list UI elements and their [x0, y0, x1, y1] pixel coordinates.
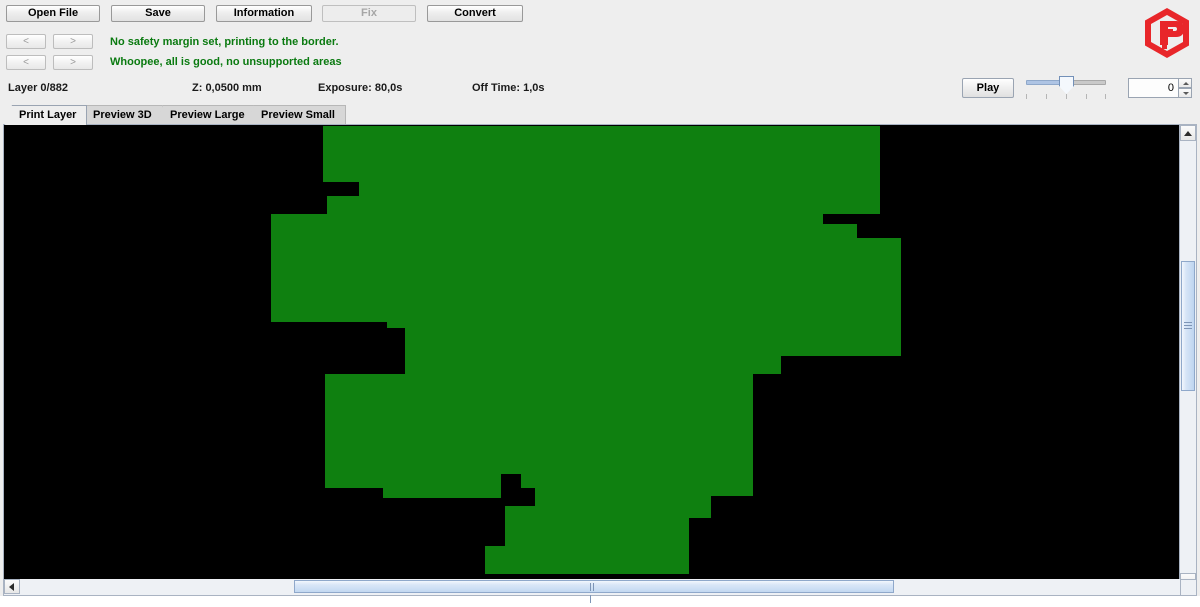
scrollbar-grip-horizontal-icon — [590, 583, 597, 603]
tab-preview-3d[interactable]: Preview 3D — [79, 105, 163, 124]
layer-number-spinner[interactable]: 0 — [1128, 78, 1192, 98]
playback-speed-slider[interactable] — [1026, 74, 1106, 100]
layer-next-button-1[interactable]: > — [53, 34, 93, 49]
convert-button[interactable]: Convert — [427, 5, 523, 22]
main-toolbar: Open File Save Information Fix Convert — [0, 0, 1200, 25]
spinner-arrows — [1178, 78, 1192, 98]
layer-counter-label: Layer 0/882 — [8, 82, 68, 94]
save-button[interactable]: Save — [111, 5, 205, 22]
layer-prev-button-2[interactable]: < — [6, 55, 46, 70]
open-file-button[interactable]: Open File — [6, 5, 100, 22]
chevron-up-icon — [1183, 82, 1189, 85]
vertical-scrollbar-thumb[interactable] — [1181, 261, 1195, 391]
play-button[interactable]: Play — [962, 78, 1014, 98]
photonfile-editor-window: Open File Save Information Fix Convert <… — [0, 0, 1200, 603]
tab-preview-large[interactable]: Preview Large — [156, 105, 256, 124]
tab-print-layer[interactable]: Print Layer — [5, 105, 88, 125]
layer-number-input[interactable]: 0 — [1128, 78, 1179, 98]
chevron-down-icon — [1183, 92, 1189, 95]
triangle-left-icon — [9, 583, 14, 591]
layer-cross-section-shape — [5, 126, 1180, 574]
scrollbar-grip-icon — [1184, 322, 1192, 329]
spinner-increment-button[interactable] — [1178, 78, 1192, 88]
view-tabs: Print Layer Preview 3D Preview Large Pre… — [0, 105, 1200, 125]
safety-margin-message: No safety margin set, printing to the bo… — [110, 36, 339, 48]
vertical-scrollbar[interactable] — [1179, 125, 1196, 589]
information-button[interactable]: Information — [216, 5, 312, 22]
slider-ticks — [1026, 94, 1106, 100]
exposure-label: Exposure: 80,0s — [318, 82, 403, 94]
scrollbar-corner — [1180, 579, 1197, 596]
layer-canvas[interactable] — [5, 126, 1180, 574]
slider-thumb-tip — [1059, 86, 1074, 94]
tab-preview-small[interactable]: Preview Small — [247, 105, 346, 124]
spinner-decrement-button[interactable] — [1178, 88, 1192, 98]
z-height-label: Z: 0,0500 mm — [192, 82, 262, 94]
layer-viewer-panel — [3, 124, 1197, 590]
triangle-up-icon — [1184, 131, 1192, 136]
layer-prev-button-1[interactable]: < — [6, 34, 46, 49]
fix-button: Fix — [322, 5, 416, 22]
slider-thumb[interactable] — [1059, 76, 1074, 87]
layer-next-button-2[interactable]: > — [53, 55, 93, 70]
off-time-label: Off Time: 1,0s — [472, 82, 545, 94]
app-logo-icon — [1143, 7, 1191, 59]
unsupported-areas-message: Whoopee, all is good, no unsupported are… — [110, 56, 342, 68]
horizontal-scrollbar[interactable] — [3, 579, 1197, 603]
scroll-left-button[interactable] — [4, 579, 20, 594]
horizontal-scrollbar-thumb[interactable] — [294, 580, 894, 603]
scroll-up-button[interactable] — [1180, 125, 1196, 141]
